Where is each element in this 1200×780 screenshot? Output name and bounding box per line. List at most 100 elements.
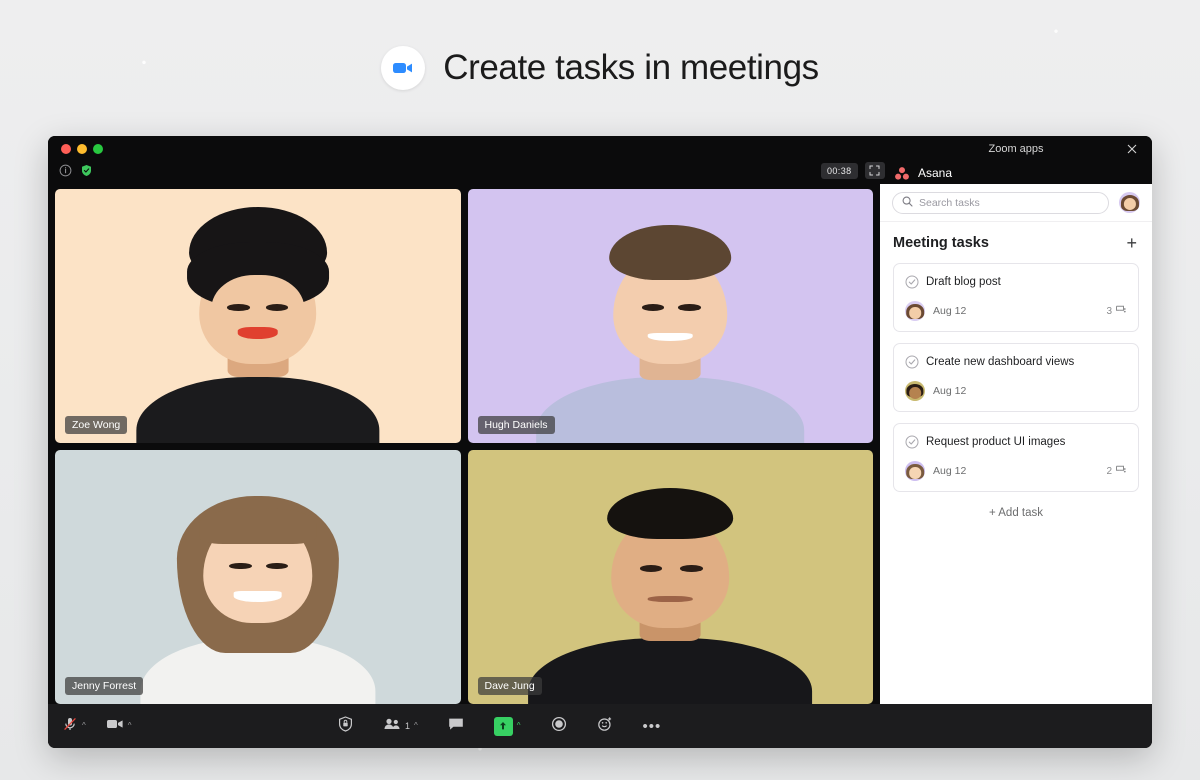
participant-illustration xyxy=(55,450,461,704)
task-title-row: Request product UI images xyxy=(905,435,1127,449)
meeting-timer: 00:38 xyxy=(821,163,858,179)
window-body: Zoe Wong Hugh Daniels xyxy=(48,184,1152,704)
search-input[interactable]: Search tasks xyxy=(892,192,1109,214)
window-controls xyxy=(61,144,103,154)
chat-bubble-icon xyxy=(448,717,464,736)
participant-name-tag: Zoe Wong xyxy=(65,416,127,434)
task-title: Request product UI images xyxy=(926,436,1065,448)
video-camera-icon xyxy=(106,717,124,736)
video-tile[interactable]: Dave Jung xyxy=(468,450,874,704)
record-button[interactable] xyxy=(551,716,567,737)
task-meta: Aug 12 3 xyxy=(905,301,1127,321)
close-window-button[interactable] xyxy=(61,144,71,154)
assignee-avatar[interactable] xyxy=(905,461,925,481)
task-title: Draft blog post xyxy=(926,276,1001,288)
panel-content: Meeting tasks + Draft blog post xyxy=(880,222,1152,704)
subtask-icon xyxy=(1115,304,1127,318)
toolbar-left-group: ^ ^ xyxy=(62,716,132,737)
meeting-info-strip: 00:38 Asana xyxy=(48,162,1152,184)
meeting-status-icons xyxy=(58,163,94,178)
task-due-date: Aug 12 xyxy=(933,465,966,477)
assignee-avatar[interactable] xyxy=(905,301,925,321)
security-button[interactable] xyxy=(338,716,353,737)
window-titlebar: Zoom apps xyxy=(48,136,1152,162)
reactions-icon xyxy=(597,716,613,737)
minimize-window-button[interactable] xyxy=(77,144,87,154)
chevron-up-icon[interactable]: ^ xyxy=(82,722,86,730)
participants-count: 1 xyxy=(405,721,410,731)
page-header: Create tasks in meetings xyxy=(0,0,1200,136)
chevron-up-icon[interactable]: ^ xyxy=(517,722,521,730)
asana-logo-icon xyxy=(894,166,910,181)
zoom-meeting-window: Zoom apps 00:38 xyxy=(48,136,1152,748)
video-grid: Zoe Wong Hugh Daniels xyxy=(48,184,880,704)
asana-app-name: Asana xyxy=(918,166,952,180)
add-task-button[interactable]: + Add task xyxy=(893,503,1139,519)
participants-icon xyxy=(383,717,401,736)
participant-name-tag: Dave Jung xyxy=(478,677,542,695)
microphone-muted-icon xyxy=(62,716,78,737)
participant-name-tag: Jenny Forrest xyxy=(65,677,143,695)
zoom-video-icon xyxy=(390,55,416,81)
security-shield-icon xyxy=(338,716,353,737)
video-tile[interactable]: Hugh Daniels xyxy=(468,189,874,443)
reactions-button[interactable] xyxy=(597,716,613,737)
participant-illustration xyxy=(468,189,874,443)
user-avatar[interactable] xyxy=(1119,192,1140,213)
zoom-logo-badge xyxy=(381,46,425,90)
task-card[interactable]: Request product UI images Aug 12 2 xyxy=(893,423,1139,492)
task-title: Create new dashboard views xyxy=(926,356,1074,368)
mute-audio-button[interactable]: ^ xyxy=(62,716,86,737)
task-card[interactable]: Create new dashboard views Aug 12 xyxy=(893,343,1139,412)
chat-button[interactable] xyxy=(448,717,464,736)
task-title-row: Draft blog post xyxy=(905,275,1127,289)
video-row-bottom: Jenny Forrest Dave Jung xyxy=(55,450,873,704)
subtask-count: 3 xyxy=(1106,306,1112,317)
task-meta: Aug 12 2 xyxy=(905,461,1127,481)
share-screen-button[interactable]: ^ xyxy=(494,717,521,736)
video-tile[interactable]: Jenny Forrest xyxy=(55,450,461,704)
check-circle-icon[interactable] xyxy=(905,435,919,449)
subtask-icon xyxy=(1115,464,1127,478)
participant-illustration xyxy=(468,450,874,704)
meeting-toolbar: ^ ^ xyxy=(48,704,1152,748)
stop-video-button[interactable]: ^ xyxy=(106,717,132,736)
task-due-date: Aug 12 xyxy=(933,385,966,397)
info-icon[interactable] xyxy=(58,163,73,178)
subtask-indicator: 2 xyxy=(1106,464,1127,478)
subtask-count: 2 xyxy=(1106,466,1112,477)
assignee-avatar[interactable] xyxy=(905,381,925,401)
video-row-top: Zoe Wong Hugh Daniels xyxy=(55,189,873,443)
asana-app-header: Asana xyxy=(880,162,1152,184)
close-icon[interactable] xyxy=(1125,142,1139,156)
search-placeholder: Search tasks xyxy=(919,197,980,209)
panel-toolbar: Search tasks xyxy=(880,184,1152,222)
chevron-up-icon[interactable]: ^ xyxy=(128,722,132,730)
more-options-button[interactable]: ••• xyxy=(643,719,662,734)
task-title-row: Create new dashboard views xyxy=(905,355,1127,369)
participant-name-tag: Hugh Daniels xyxy=(478,416,555,434)
share-screen-icon xyxy=(494,717,513,736)
page-title: Create tasks in meetings xyxy=(443,48,819,88)
section-title: Meeting tasks xyxy=(893,235,989,251)
video-tile[interactable]: Zoe Wong xyxy=(55,189,461,443)
record-icon xyxy=(551,716,567,737)
plus-icon[interactable]: + xyxy=(1124,234,1139,252)
asana-panel: Search tasks Meeting tasks + xyxy=(880,184,1152,704)
task-due-date: Aug 12 xyxy=(933,305,966,317)
maximize-window-button[interactable] xyxy=(93,144,103,154)
task-card[interactable]: Draft blog post Aug 12 3 xyxy=(893,263,1139,332)
chevron-up-icon[interactable]: ^ xyxy=(414,722,418,730)
task-meta: Aug 12 xyxy=(905,381,1127,401)
meeting-timer-group: 00:38 xyxy=(821,162,885,179)
zoom-apps-panel-title: Zoom apps xyxy=(880,136,1152,162)
subtask-indicator: 3 xyxy=(1106,304,1127,318)
meeting-tasks-heading: Meeting tasks + xyxy=(893,234,1139,252)
check-circle-icon[interactable] xyxy=(905,355,919,369)
search-icon xyxy=(902,194,913,212)
participant-illustration xyxy=(55,189,461,443)
toolbar-center-group: 1 ^ ^ xyxy=(338,716,661,737)
encryption-shield-icon[interactable] xyxy=(79,163,94,178)
check-circle-icon[interactable] xyxy=(905,275,919,289)
participants-button[interactable]: 1 ^ xyxy=(383,717,418,736)
